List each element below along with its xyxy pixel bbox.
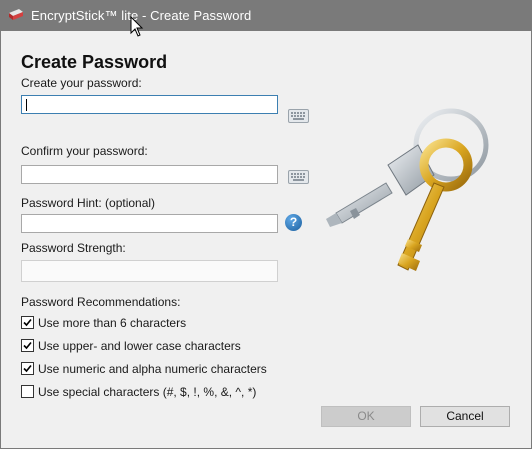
password-strength-label: Password Strength: xyxy=(21,241,126,255)
confirm-password-label: Confirm your password: xyxy=(21,144,148,158)
keyboard-icon[interactable] xyxy=(288,109,309,123)
confirm-password-input[interactable] xyxy=(21,165,278,184)
recommendation-label-length[interactable]: Use more than 6 characters xyxy=(38,316,186,330)
title-bar[interactable]: EncryptStick™ lite - Create Password xyxy=(0,0,532,37)
recommendation-checkbox-case[interactable] xyxy=(21,339,34,352)
recommendation-checkbox-numeric[interactable] xyxy=(21,362,34,375)
encryptstick-app-icon xyxy=(9,9,23,20)
cancel-button[interactable]: Cancel xyxy=(420,406,510,427)
dialog-heading: Create Password xyxy=(21,52,168,72)
keyboard-icon[interactable] xyxy=(288,170,309,184)
recommendation-label-special[interactable]: Use special characters (#, $, !, %, &, ^… xyxy=(38,385,256,399)
recommendation-checkbox-special[interactable] xyxy=(21,385,34,398)
mouse-cursor-icon xyxy=(130,16,144,37)
ok-button[interactable]: OK xyxy=(321,406,411,427)
text-caret xyxy=(26,99,27,111)
recommendation-checkbox-length[interactable] xyxy=(21,316,34,329)
window-frame-left xyxy=(0,31,1,449)
recommendation-label-numeric[interactable]: Use numeric and alpha numeric characters xyxy=(38,362,267,376)
password-strength-meter xyxy=(21,260,278,282)
password-hint-input[interactable] xyxy=(21,214,278,233)
password-hint-label: Password Hint: (optional) xyxy=(21,196,156,210)
create-password-label: Create your password: xyxy=(21,76,142,90)
create-password-input[interactable] xyxy=(21,95,278,114)
keys-illustration xyxy=(326,108,489,271)
password-recommendations-label: Password Recommendations: xyxy=(21,295,181,309)
help-icon[interactable]: ? xyxy=(285,214,302,231)
recommendation-label-case[interactable]: Use upper- and lower case characters xyxy=(38,339,241,353)
